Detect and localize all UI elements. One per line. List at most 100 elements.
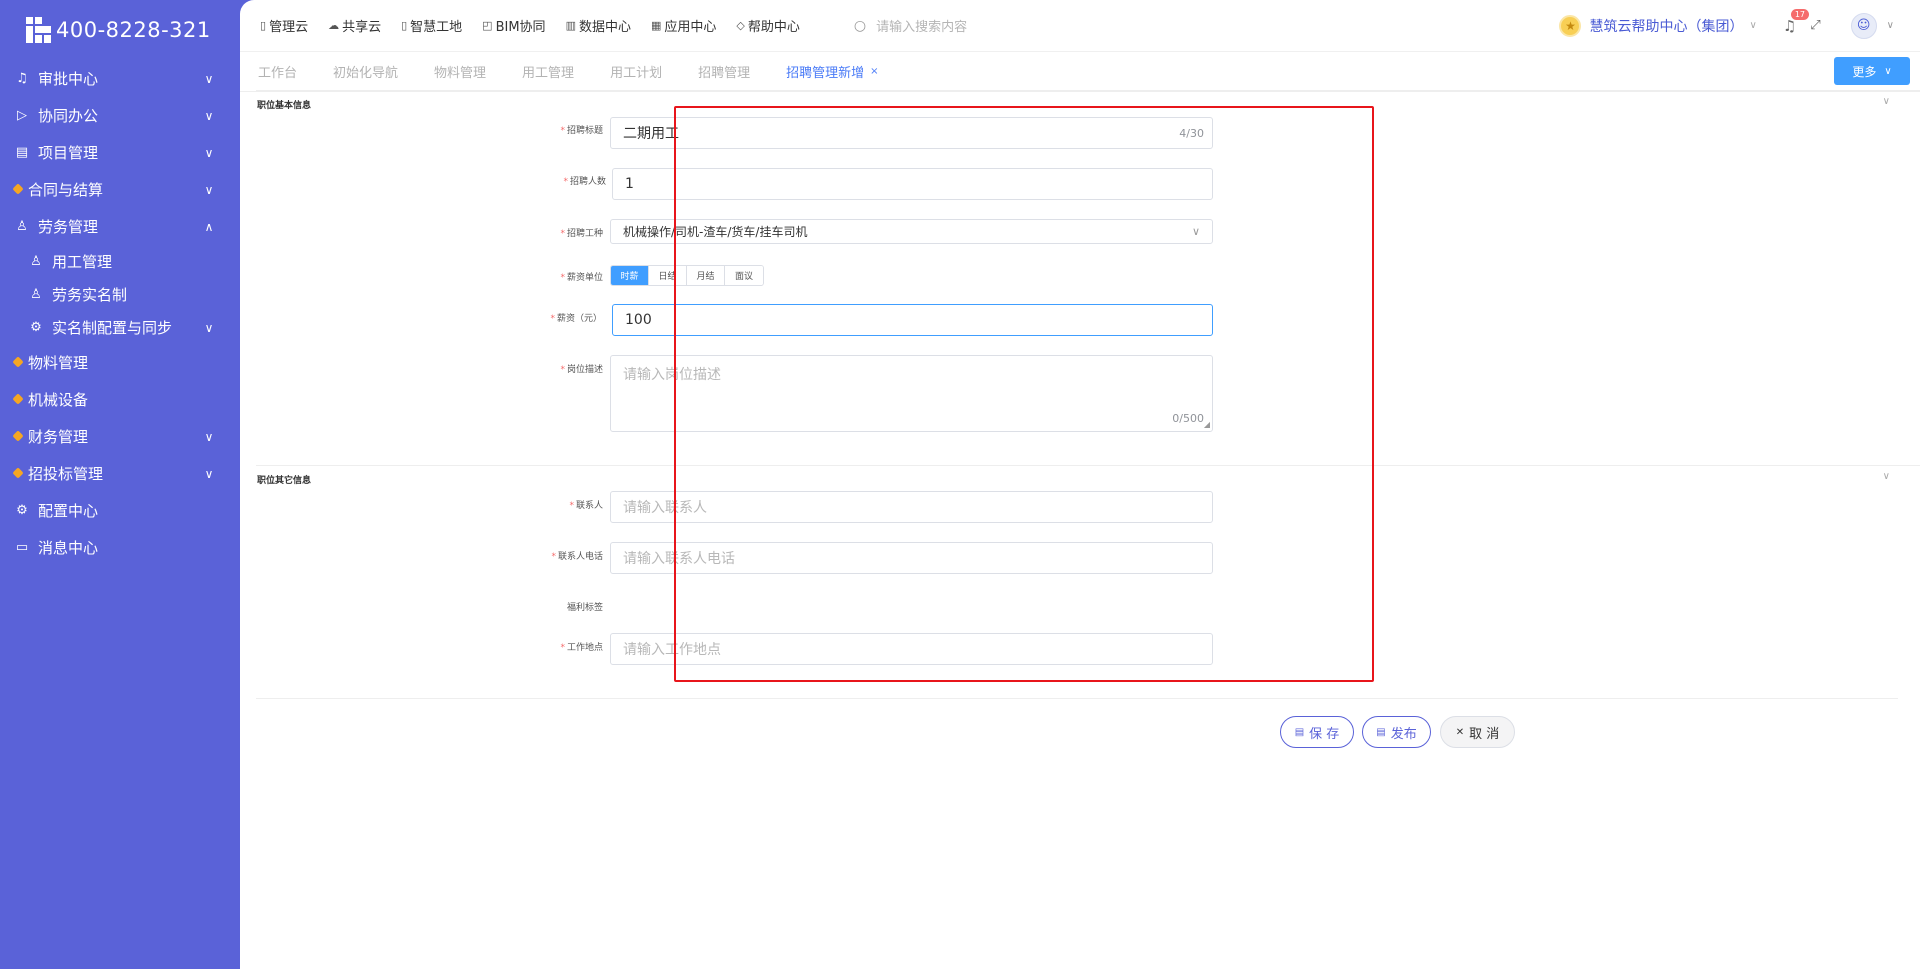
fullscreen-icon[interactable]: ⤢ — [1810, 18, 1820, 33]
phone-input[interactable]: 请输入联系人电话 — [610, 542, 1213, 574]
chevron-down-icon: ∨ — [1749, 20, 1757, 31]
gear-icon: ⚙ — [16, 503, 28, 518]
topnav-item-1[interactable]: ☁ 共享云 — [328, 16, 381, 35]
chevron-down-icon: ∨ — [204, 108, 214, 123]
search-box[interactable]: ○ 请输入搜索内容 — [853, 16, 967, 36]
description-textarea[interactable]: 请输入岗位描述 0/500 ◢ — [610, 355, 1213, 432]
avatar[interactable]: ☺ — [1850, 12, 1877, 39]
topnav-item-2[interactable]: ▯ 智慧工地 — [401, 16, 462, 35]
chevron-up-icon: ∧ — [204, 219, 214, 234]
file-icon: ▤ — [1376, 726, 1386, 738]
collapse-icon[interactable]: ∨ — [1883, 471, 1890, 482]
sidebar-item-6[interactable]: ♙ 劳务实名制 — [0, 278, 240, 311]
message-icon: ▭ — [15, 540, 29, 555]
coin-icon: ★ — [1559, 14, 1582, 37]
label-contact: * 联系人 — [569, 501, 603, 511]
chevron-down-icon: ∨ — [204, 71, 214, 86]
resize-handle-icon[interactable]: ◢ — [1204, 420, 1210, 429]
topnav-item-0[interactable]: ▯ 管理云 — [260, 16, 308, 35]
sidebar-item-7[interactable]: ⚙ 实名制配置与同步 ∨ — [0, 311, 240, 344]
sidebar-item-9[interactable]: 机械设备 — [0, 381, 240, 418]
top-right-area: ★ 慧筑云帮助中心（集团） ∨ ♫ 17 ⤢ ☺ ∨ — [1559, 8, 1920, 39]
cancel-button[interactable]: ✕ 取 消 — [1440, 716, 1515, 748]
gem-icon — [12, 392, 24, 407]
logo-mark-icon — [24, 15, 54, 45]
sidebar-item-8[interactable]: 物料管理 — [0, 344, 240, 381]
label-description: * 岗位描述 — [560, 365, 603, 375]
topnav-label: 数据中心 — [578, 20, 631, 35]
salary-unit-option[interactable]: 日结 — [649, 266, 687, 285]
topnav-item-4[interactable]: ▥ 数据中心 — [566, 16, 631, 35]
contact-input[interactable]: 请输入联系人 — [610, 491, 1213, 523]
sidebar-item-label: 合同与结算 — [28, 181, 104, 199]
footer-divider — [256, 698, 1898, 699]
chevron-down-icon: ∨ — [204, 182, 214, 197]
bell-icon: ♫ — [16, 71, 28, 86]
gem-icon — [12, 429, 24, 444]
tab-6[interactable]: 招聘管理新增 × — [786, 62, 878, 81]
title-counter: 4/30 — [1179, 126, 1204, 140]
sidebar-item-1[interactable]: ▷ 协同办公 ∨ — [0, 97, 240, 134]
sidebar-item-label: 用工管理 — [52, 253, 113, 271]
sidebar-item-label: 审批中心 — [38, 70, 99, 88]
sidebar-item-label: 配置中心 — [38, 502, 99, 520]
sidebar-item-10[interactable]: 财务管理 ∨ — [0, 418, 240, 455]
headcount-input[interactable]: 1 — [612, 168, 1213, 200]
search-icon: ○ — [853, 17, 867, 34]
topnav-label: BIM协同 — [495, 20, 546, 35]
sidebar-item-label: 项目管理 — [38, 144, 99, 162]
tab-2[interactable]: 物料管理 — [434, 62, 486, 81]
worktype-select[interactable]: 机械操作/司机-渣车/货车/挂车司机 ∨ — [610, 219, 1213, 244]
salary-unit-option[interactable]: 月结 — [687, 266, 725, 285]
nav-icon: ◰ — [482, 19, 493, 32]
sidebar-item-2[interactable]: ▤ 项目管理 ∨ — [0, 134, 240, 171]
more-button[interactable]: 更多 ∨ — [1834, 57, 1910, 85]
salary-input[interactable]: 100 — [612, 304, 1213, 336]
sidebar-item-12[interactable]: ⚙ 配置中心 — [0, 492, 240, 529]
label-benefits: 福利标签 — [566, 603, 603, 613]
tab-3[interactable]: 用工管理 — [522, 62, 574, 81]
tab-label: 用工计划 — [610, 66, 663, 81]
sidebar-item-label: 机械设备 — [28, 391, 89, 409]
sidebar-item-11[interactable]: 招投标管理 ∨ — [0, 455, 240, 492]
sidebar-item-13[interactable]: ▭ 消息中心 — [0, 529, 240, 566]
close-icon[interactable]: × — [870, 66, 878, 77]
topnav-label: 管理云 — [269, 20, 309, 35]
sidebar-item-4[interactable]: ♙ 劳务管理 ∧ — [0, 208, 240, 245]
title-input[interactable]: 二期用工 4/30 — [610, 117, 1213, 149]
sidebar-item-0[interactable]: ♫ 审批中心 ∨ — [0, 60, 240, 97]
sidebar-item-5[interactable]: ♙ 用工管理 — [0, 245, 240, 278]
sidebar-item-3[interactable]: 合同与结算 ∨ — [0, 171, 240, 208]
label-salary-unit: * 薪资单位 — [560, 273, 603, 283]
tab-5[interactable]: 招聘管理 — [698, 62, 750, 81]
chevron-down-icon[interactable]: ∨ — [1887, 20, 1894, 31]
file-icon: ▤ — [1294, 726, 1305, 738]
sidebar-item-label: 实名制配置与同步 — [52, 319, 173, 337]
close-icon: ✕ — [1455, 726, 1465, 738]
topnav-item-6[interactable]: ◇ 帮助中心 — [736, 16, 799, 35]
tab-label: 初始化导航 — [333, 66, 399, 81]
save-button[interactable]: ▤ 保 存 — [1280, 716, 1354, 748]
notification-badge: 17 — [1790, 8, 1809, 20]
logo[interactable]: 400-8228-321 — [0, 0, 240, 60]
topnav-item-5[interactable]: ▦ 应用中心 — [651, 16, 716, 35]
salary-unit-option[interactable]: 面议 — [725, 266, 763, 285]
publish-button[interactable]: ▤ 发布 — [1362, 716, 1431, 748]
topnav-item-3[interactable]: ◰ BIM协同 — [482, 16, 545, 35]
location-input[interactable]: 请输入工作地点 — [610, 633, 1213, 665]
user-icon: ♙ — [16, 219, 28, 234]
tab-1[interactable]: 初始化导航 — [333, 62, 398, 81]
tab-4[interactable]: 用工计划 — [610, 62, 662, 81]
tab-0[interactable]: 工作台 — [258, 62, 297, 81]
sidebar: 400-8228-321 ♫ 审批中心 ∨ ▷ 协同办公 ∨ ▤ 项目管理 ∨ 合同与结算 ∨ ♙ 劳务… — [0, 0, 240, 969]
salary-unit-option[interactable]: 时薪 — [611, 266, 649, 285]
search-input[interactable]: 请输入搜索内容 — [876, 16, 967, 35]
sidebar-item-label: 财务管理 — [28, 428, 89, 446]
collapse-icon[interactable]: ∨ — [1883, 96, 1890, 107]
sidebar-item-label: 物料管理 — [28, 354, 89, 372]
chevron-down-icon: ∨ — [1884, 65, 1892, 77]
chevron-down-icon: ∨ — [204, 466, 214, 481]
sidebar-item-label: 协同办公 — [38, 107, 99, 125]
help-center-link[interactable]: ★ 慧筑云帮助中心（集团） ∨ — [1559, 14, 1757, 37]
notification-bell[interactable]: ♫ 17 — [1783, 8, 1809, 35]
